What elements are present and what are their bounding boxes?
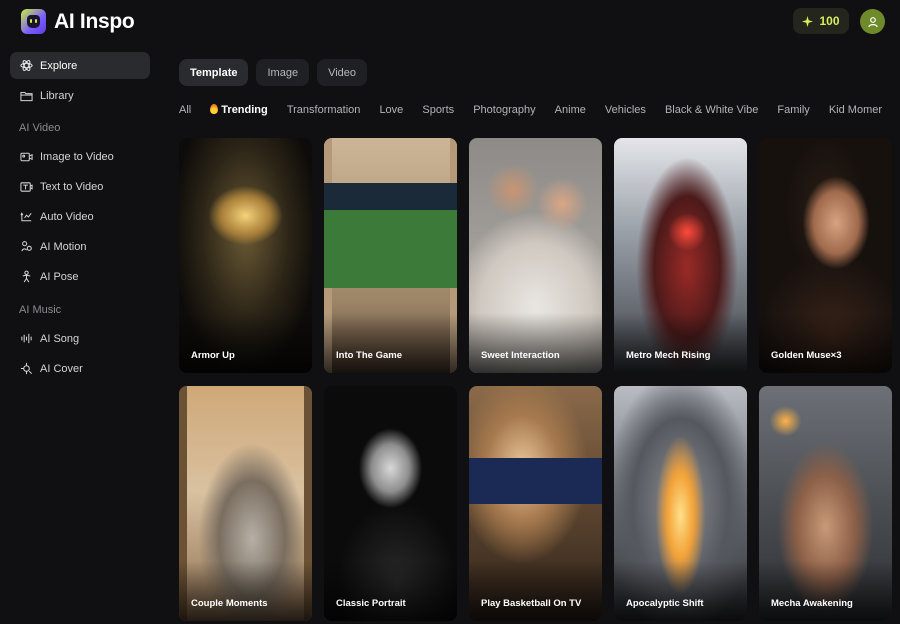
sidebar-item-label: AI Cover [40,362,83,375]
auto-video-icon [20,211,32,221]
sidebar-item-label: Explore [40,59,78,72]
category-kid-moments[interactable]: Kid Momer [829,104,882,116]
category-black-white-vibe[interactable]: Black & White Vibe [665,104,758,116]
template-card[interactable]: Sweet Interaction [469,138,602,373]
credits-count: 100 [819,14,840,28]
sparkle-icon [802,15,814,27]
category-photography[interactable]: Photography [473,104,535,116]
folder-icon [20,91,33,101]
sidebar-item-label: Library [40,89,74,102]
template-title: Classic Portrait [336,598,406,609]
template-thumbnail [324,138,457,373]
flame-icon [210,104,219,114]
category-family[interactable]: Family [777,104,809,116]
sidebar-item-label: AI Motion [40,240,87,253]
sidebar-item-text-to-video[interactable]: Text to Video [10,173,150,200]
template-card[interactable]: Apocalyptic Shift [614,386,747,621]
template-title: Into The Game [336,350,402,361]
sidebar-item-ai-cover[interactable]: AI Cover [10,355,150,382]
sidebar-item-auto-video[interactable]: Auto Video [10,203,150,230]
category-filter: All Trending Transformation Love Sports … [179,104,900,122]
template-card[interactable]: Metro Mech Rising [614,138,747,373]
template-thumbnail [179,386,312,621]
section-label-ai-video: AI Video [19,122,61,134]
text-video-icon [20,181,33,192]
tab-video[interactable]: Video [317,59,367,86]
sidebar-item-label: AI Pose [40,270,79,283]
template-title: Play Basketball On TV [481,598,582,609]
template-title: Sweet Interaction [481,350,560,361]
template-thumbnail [179,138,312,373]
template-thumbnail [469,386,602,621]
template-title: Golden Muse×3 [771,350,842,361]
template-title: Mecha Awakening [771,598,853,609]
song-icon [21,333,32,344]
app-logo[interactable]: AI Inspo [21,9,135,34]
section-label-ai-music: AI Music [19,304,62,316]
template-title: Couple Moments [191,598,268,609]
category-transformation[interactable]: Transformation [287,104,361,116]
sidebar-item-label: Text to Video [40,180,104,193]
sidebar-item-explore[interactable]: Explore [10,52,150,79]
template-thumbnail [759,138,892,373]
template-title: Armor Up [191,350,235,361]
template-card[interactable]: Play Basketball On TV [469,386,602,621]
sidebar-item-label: Auto Video [40,210,94,223]
sidebar-item-ai-song[interactable]: AI Song [10,325,150,352]
template-title: Metro Mech Rising [626,350,711,361]
template-card[interactable]: Classic Portrait [324,386,457,621]
sidebar-item-ai-motion[interactable]: AI Motion [10,233,150,260]
user-avatar[interactable] [860,9,885,34]
category-anime[interactable]: Anime [555,104,586,116]
app-name: AI Inspo [54,9,135,33]
atom-icon [20,60,33,71]
content-type-tabs: Template Image Video [179,59,367,86]
motion-icon [21,241,32,252]
sidebar-item-library[interactable]: Library [10,82,150,109]
template-thumbnail [759,386,892,621]
template-card[interactable]: Armor Up [179,138,312,373]
sidebar-item-ai-pose[interactable]: AI Pose [10,263,150,290]
sidebar-item-image-to-video[interactable]: Image to Video [10,143,150,170]
template-title: Apocalyptic Shift [626,598,704,609]
user-icon [867,16,878,27]
template-grid: Armor Up Into The Game Sweet Interaction… [179,138,900,624]
category-love[interactable]: Love [379,104,403,116]
tab-image[interactable]: Image [256,59,310,86]
sidebar-item-label: AI Song [40,332,80,345]
template-thumbnail [614,138,747,373]
pose-icon [22,270,31,283]
template-thumbnail [614,386,747,621]
credits-badge[interactable]: 100 [793,8,849,34]
category-vehicles[interactable]: Vehicles [605,104,646,116]
template-card[interactable]: Into The Game [324,138,457,373]
template-card[interactable]: Couple Moments [179,386,312,621]
template-thumbnail [324,386,457,621]
sidebar: Explore Library AI Video Image to Video … [10,52,150,385]
category-sports[interactable]: Sports [422,104,454,116]
template-card[interactable]: Golden Muse×3 [759,138,892,373]
category-label: Trending [221,104,268,116]
template-card[interactable]: Mecha Awakening [759,386,892,621]
template-thumbnail [469,138,602,373]
logo-icon [21,9,46,34]
category-all[interactable]: All [179,104,191,116]
category-trending[interactable]: Trending [210,104,268,116]
cover-icon [20,362,32,375]
sidebar-item-label: Image to Video [40,150,114,163]
image-video-icon [20,152,33,161]
tab-template[interactable]: Template [179,59,249,86]
